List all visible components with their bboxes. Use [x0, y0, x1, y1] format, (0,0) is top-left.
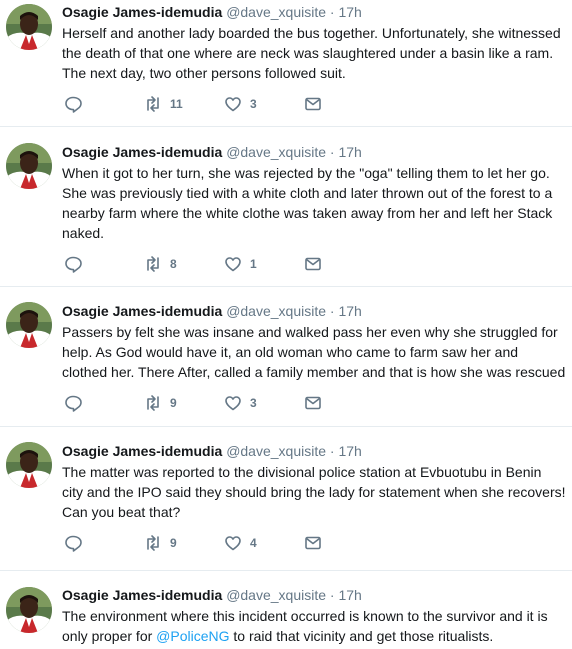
tweet-timeline: Osagie James-idemudia @dave_xquisite · 1…: [0, 0, 572, 649]
author-handle[interactable]: @dave_xquisite: [226, 443, 326, 459]
retweet-count: 9: [170, 396, 177, 410]
author-handle[interactable]: @dave_xquisite: [226, 303, 326, 319]
separator: ·: [329, 144, 335, 160]
like-count: 3: [250, 396, 257, 410]
like-button[interactable]: 3: [224, 95, 257, 113]
retweet-count: 9: [170, 536, 177, 550]
separator: ·: [329, 4, 335, 20]
author-handle[interactable]: @dave_xquisite: [226, 4, 326, 20]
avatar[interactable]: [6, 442, 52, 488]
heart-icon: [225, 257, 241, 272]
retweet-button[interactable]: 9: [144, 394, 177, 412]
direct-message-icon: [305, 257, 321, 271]
profile-photo: [6, 143, 52, 189]
timestamp[interactable]: 17h: [338, 587, 361, 603]
reply-icon: [65, 395, 82, 412]
tweet-header: Osagie James-idemudia @dave_xquisite · 1…: [62, 442, 362, 460]
tweet-header: Osagie James-idemudia @dave_xquisite · 1…: [62, 302, 362, 320]
direct-message-icon: [305, 396, 321, 410]
tweet-actions: 11 3: [64, 95, 364, 113]
like-count: 4: [250, 536, 257, 550]
tweet-text: The matter was reported to the divisiona…: [62, 464, 566, 520]
tweet-actions: 8 1: [64, 255, 364, 273]
direct-message-icon: [305, 536, 321, 550]
separator: ·: [329, 303, 335, 319]
like-count: 1: [250, 257, 257, 271]
tweet[interactable]: Osagie James-idemudia @dave_xquisite · 1…: [0, 127, 572, 287]
tweet-text: Herself and another lady boarded the bus…: [62, 25, 561, 81]
reply-button[interactable]: [64, 95, 82, 113]
mention-link[interactable]: @PoliceNG: [156, 628, 229, 644]
reply-icon: [65, 535, 82, 552]
author-name[interactable]: Osagie James-idemudia: [62, 303, 222, 319]
tweet-text: The environment where this incident occu…: [62, 606, 566, 646]
retweet-button[interactable]: 11: [144, 95, 183, 113]
heart-icon: [225, 536, 241, 551]
reply-button[interactable]: [64, 394, 82, 412]
retweet-icon: [147, 395, 159, 411]
profile-photo: [6, 302, 52, 348]
heart-icon: [225, 396, 241, 411]
retweet-button[interactable]: 9: [144, 534, 177, 552]
separator: ·: [329, 587, 335, 603]
tweet[interactable]: Osagie James-idemudia @dave_xquisite · 1…: [0, 287, 572, 427]
reply-button[interactable]: [64, 255, 82, 273]
tweet[interactable]: Osagie James-idemudia @dave_xquisite · 1…: [0, 571, 572, 649]
timestamp[interactable]: 17h: [338, 4, 361, 20]
profile-photo: [6, 4, 52, 50]
avatar[interactable]: [6, 587, 52, 633]
like-button[interactable]: 3: [224, 394, 257, 412]
reply-icon: [65, 96, 82, 113]
message-button[interactable]: [304, 394, 322, 412]
author-name[interactable]: Osagie James-idemudia: [62, 443, 222, 459]
message-button[interactable]: [304, 255, 322, 273]
retweet-count: 11: [170, 97, 183, 111]
author-name[interactable]: Osagie James-idemudia: [62, 144, 222, 160]
heart-icon: [225, 97, 241, 112]
tweet-header: Osagie James-idemudia @dave_xquisite · 1…: [62, 3, 362, 21]
retweet-icon: [147, 535, 159, 551]
like-count: 3: [250, 97, 257, 111]
avatar[interactable]: [6, 4, 52, 50]
like-button[interactable]: 4: [224, 534, 257, 552]
tweet-header: Osagie James-idemudia @dave_xquisite · 1…: [62, 586, 362, 604]
tweet-text: When it got to her turn, she was rejecte…: [62, 165, 553, 241]
tweet-header: Osagie James-idemudia @dave_xquisite · 1…: [62, 143, 362, 161]
profile-photo: [6, 587, 52, 633]
author-handle[interactable]: @dave_xquisite: [226, 587, 326, 603]
tweet[interactable]: Osagie James-idemudia @dave_xquisite · 1…: [0, 0, 572, 127]
message-button[interactable]: [304, 534, 322, 552]
message-button[interactable]: [304, 95, 322, 113]
separator: ·: [329, 443, 335, 459]
timestamp[interactable]: 17h: [338, 303, 361, 319]
author-name[interactable]: Osagie James-idemudia: [62, 4, 222, 20]
direct-message-icon: [305, 97, 321, 111]
retweet-count: 8: [170, 257, 177, 271]
retweet-button[interactable]: 8: [144, 255, 177, 273]
tweet-actions: 9 3: [64, 394, 364, 412]
tweet-text-end: to raid that vicinity and get those ritu…: [229, 628, 494, 644]
profile-photo: [6, 442, 52, 488]
like-button[interactable]: 1: [224, 255, 257, 273]
reply-icon: [65, 256, 82, 273]
tweet-text: Passers by felt she was insane and walke…: [62, 324, 566, 380]
author-name[interactable]: Osagie James-idemudia: [62, 587, 222, 603]
timestamp[interactable]: 17h: [338, 443, 361, 459]
avatar[interactable]: [6, 143, 52, 189]
timestamp[interactable]: 17h: [338, 144, 361, 160]
reply-button[interactable]: [64, 534, 82, 552]
retweet-icon: [147, 96, 159, 112]
retweet-icon: [147, 256, 159, 272]
author-handle[interactable]: @dave_xquisite: [226, 144, 326, 160]
tweet[interactable]: Osagie James-idemudia @dave_xquisite · 1…: [0, 427, 572, 571]
tweet-actions: 9 4: [64, 534, 364, 552]
avatar[interactable]: [6, 302, 52, 348]
